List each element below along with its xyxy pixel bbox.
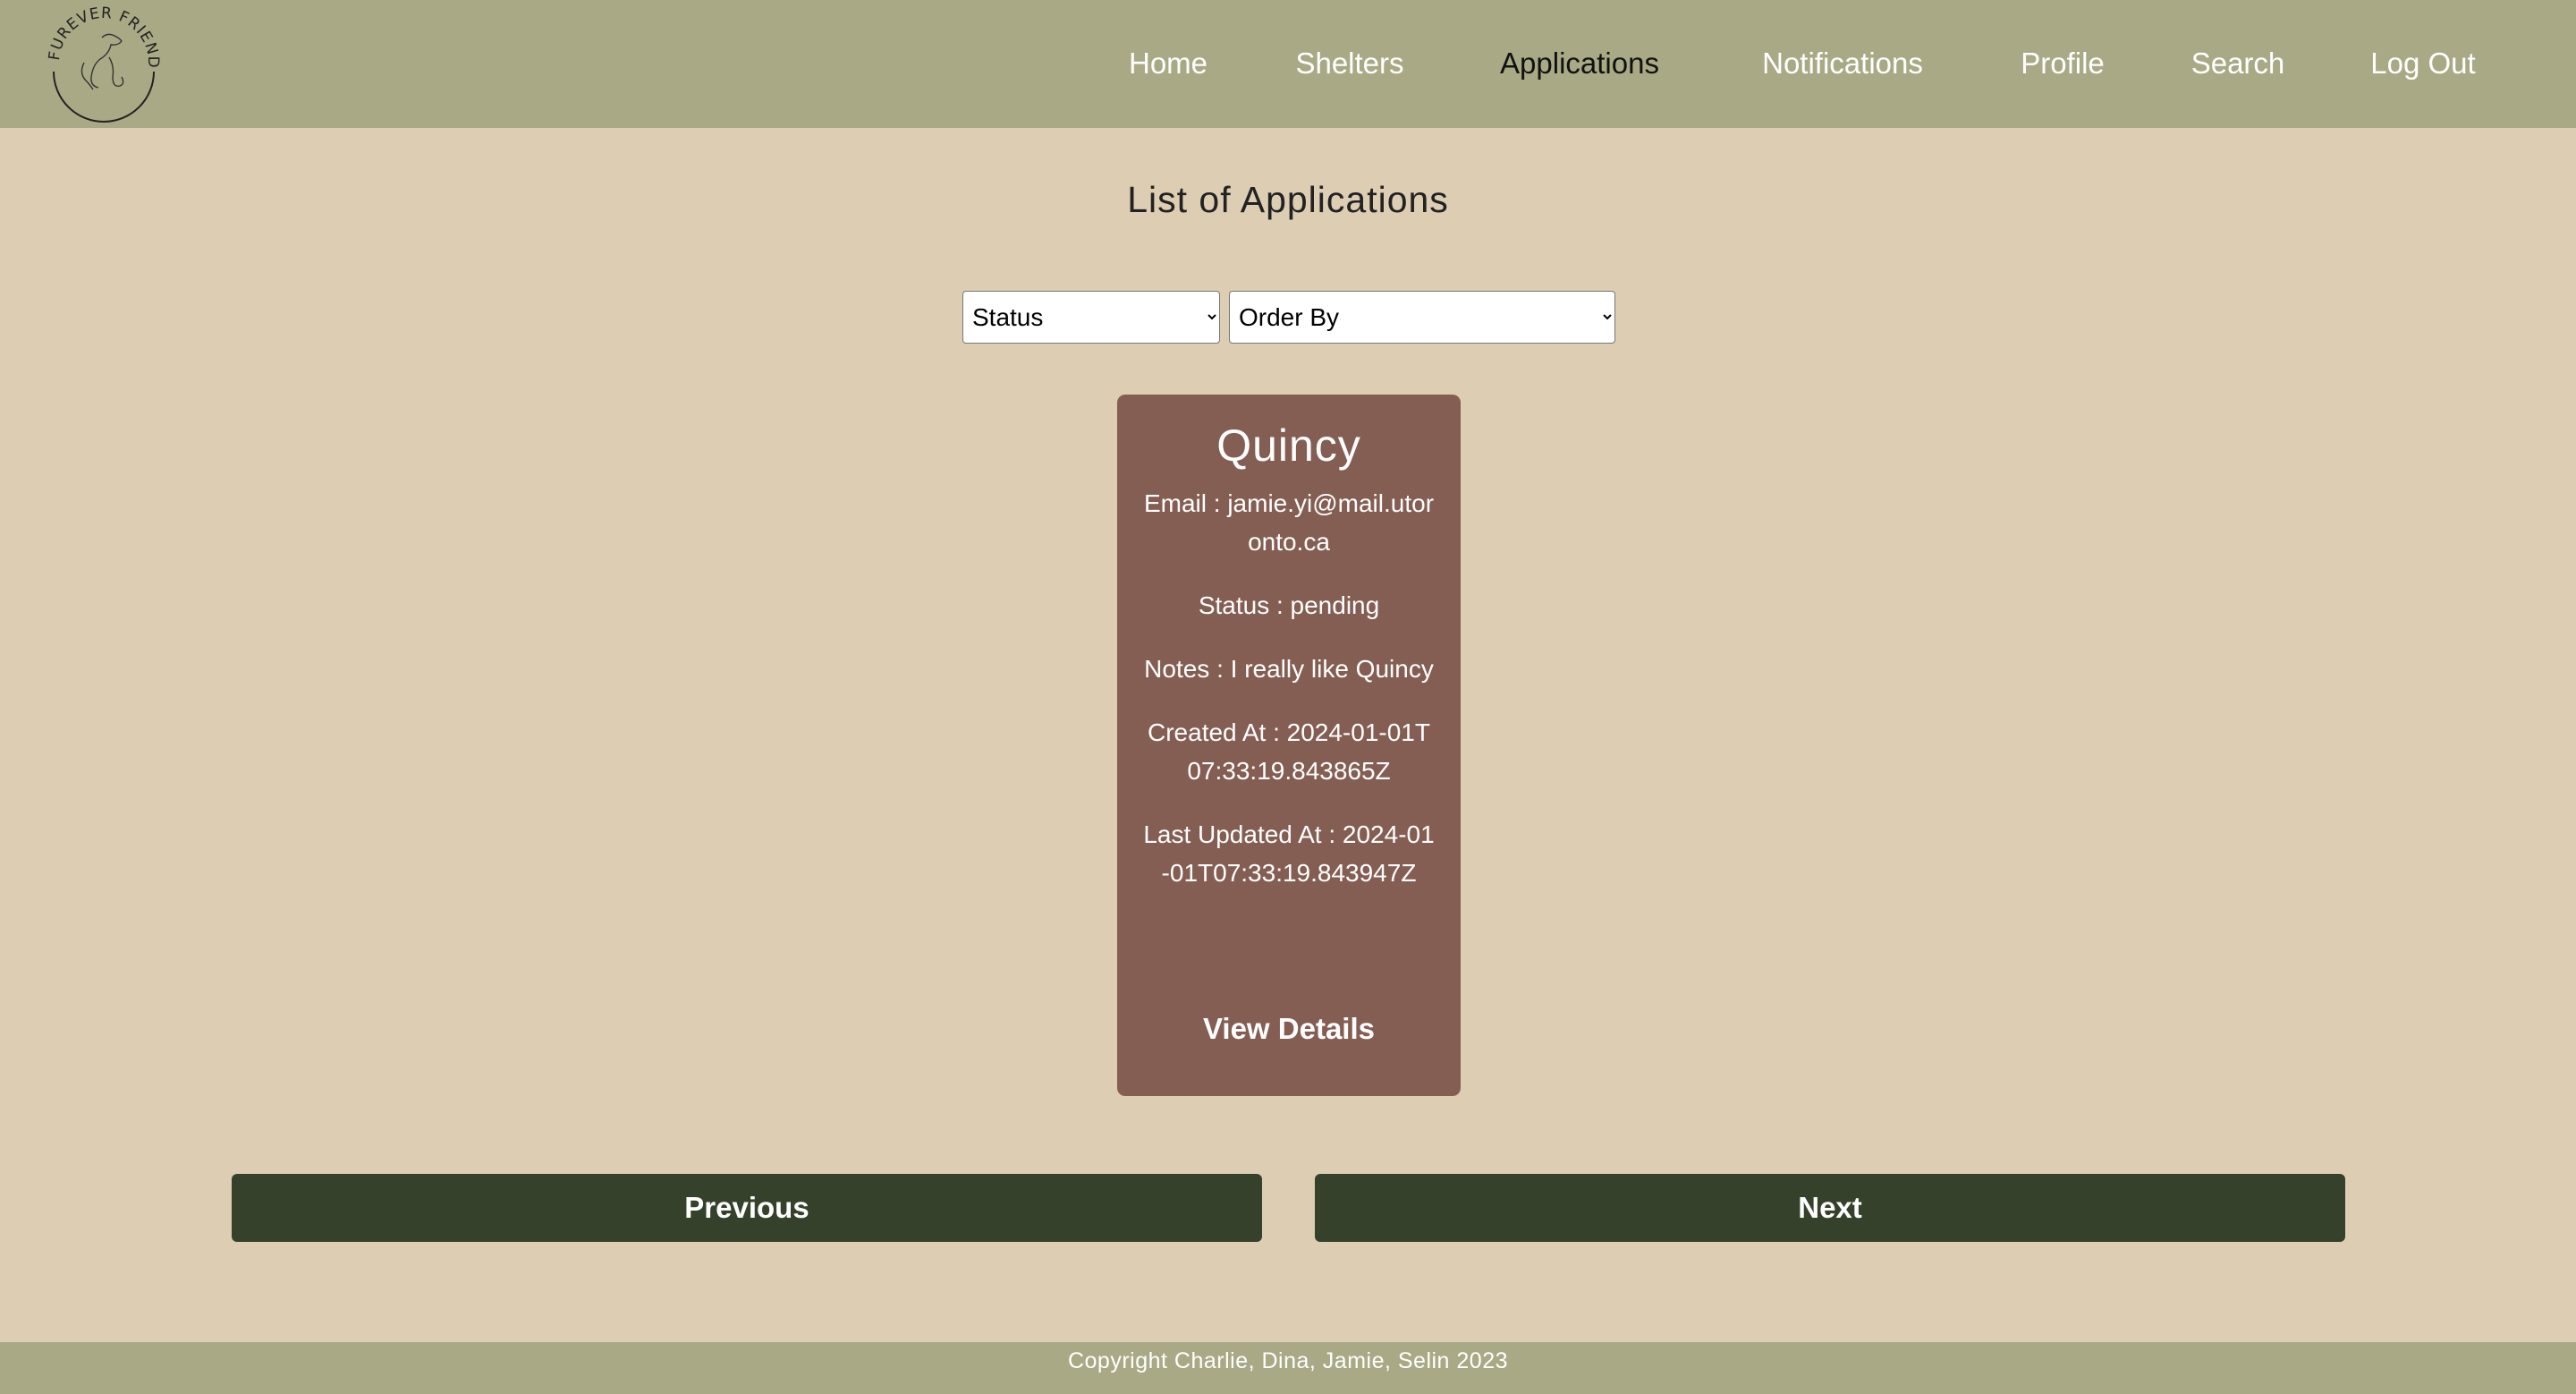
nav-profile[interactable]: Profile (2021, 47, 2105, 81)
application-email: Email : jamie.yi@mail.utoronto.ca (1143, 489, 1435, 556)
nav-log-out[interactable]: Log Out (2370, 47, 2475, 81)
nav-notifications[interactable]: Notifications (1762, 47, 1923, 81)
nav-search[interactable]: Search (2191, 47, 2285, 81)
next-button[interactable]: Next (1315, 1174, 2345, 1242)
nav-home[interactable]: Home (1129, 47, 1208, 81)
copyright-text: Copyright Charlie, Dina, Jamie, Selin 20… (1067, 1348, 1509, 1373)
application-updated-at: Last Updated At : 2024-01-01T07:33:19.84… (1143, 820, 1435, 887)
pet-name: Quincy (1216, 421, 1361, 471)
application-created-at: Created At : 2024-01-01T07:33:19.843865Z (1148, 718, 1430, 785)
page-title: List of Applications (1127, 179, 1449, 220)
nav-applications[interactable]: Applications (1500, 47, 1659, 81)
application-card: Quincy Email : jamie.yi@mail.utoronto.ca… (1117, 395, 1461, 1096)
previous-button[interactable]: Previous (232, 1174, 1262, 1242)
status-filter-select[interactable]: Status (962, 291, 1220, 344)
application-notes: Notes : I really like Quincy (1144, 655, 1434, 683)
view-details-link[interactable]: View Details (1117, 1012, 1461, 1046)
header: FUREVER FRIENDS Home Shelters Applicatio… (0, 0, 2576, 128)
footer: Copyright Charlie, Dina, Jamie, Selin 20… (0, 1342, 2576, 1394)
application-status: Status : pending (1198, 591, 1380, 619)
main-nav: Home Shelters Applications Notifications… (0, 0, 2576, 128)
nav-shelters[interactable]: Shelters (1295, 47, 1403, 81)
order-by-select[interactable]: Order By (1229, 291, 1615, 344)
